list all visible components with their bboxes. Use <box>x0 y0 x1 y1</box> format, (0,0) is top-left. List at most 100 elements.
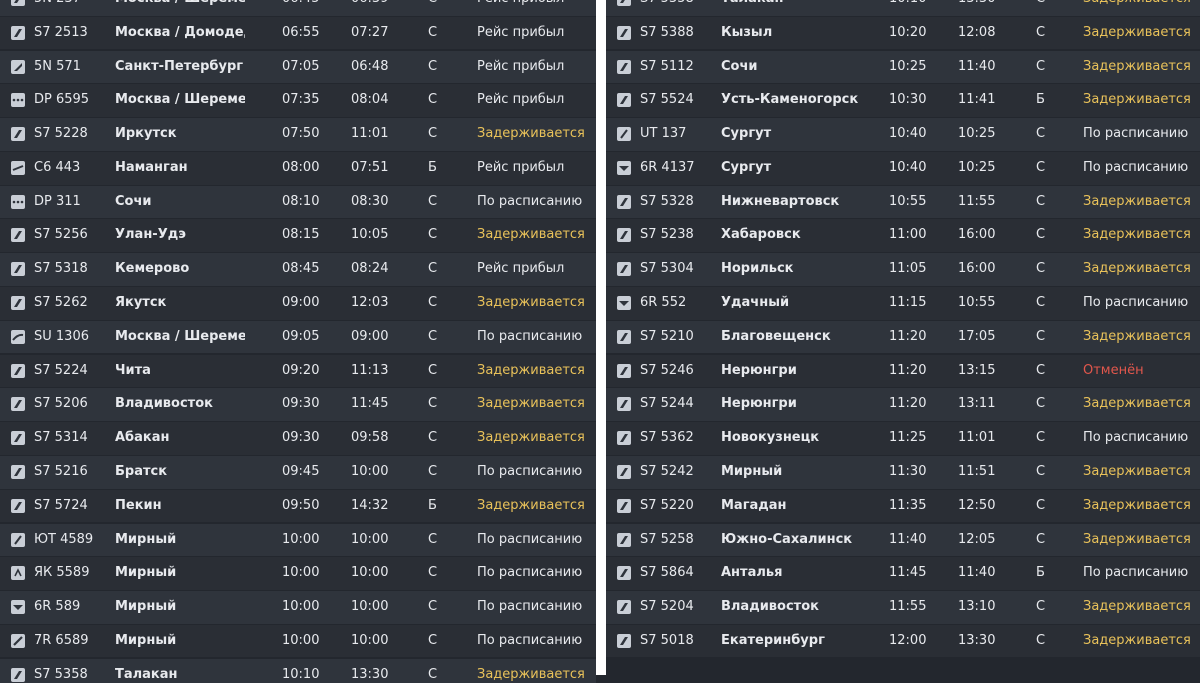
flight-row[interactable]: SU 1306 Москва / Шереметьево 09:05 09:00 C По… <box>0 320 596 354</box>
flight-row[interactable]: S7 5258 Южно-Сахалинск 11:40 12:05 C Задержив… <box>606 523 1200 557</box>
flight-row[interactable]: S7 5242 Мирный 11:30 11:51 C Задерживается <box>606 455 1200 489</box>
flight-status: По расписанию <box>1083 565 1189 581</box>
flight-row[interactable]: S7 5018 Екатеринбург 12:00 13:30 C Задерживае… <box>606 624 1200 658</box>
flight-number: S7 5216 <box>34 463 88 479</box>
utair-logo-icon <box>11 532 25 547</box>
flight-row[interactable]: S7 5388 Кызыл 10:20 12:08 C Задерживается <box>606 16 1200 50</box>
flight-number: S7 5210 <box>640 328 694 344</box>
scheduled-time: 09:30 <box>282 396 320 412</box>
flight-status: По расписанию <box>477 632 583 648</box>
flight-row[interactable]: S7 5304 Норильск 11:05 16:00 C Задерживается <box>606 253 1200 286</box>
flight-status: Задерживается <box>477 295 585 311</box>
city-name: Южно-Сахалинск <box>721 531 853 547</box>
actual-time: 11:13 <box>351 362 389 378</box>
terminal: C <box>428 0 437 16</box>
city-name: Санкт-Петербург <box>115 58 244 74</box>
flight-row[interactable]: S7 5358Талакан10:1013:30CЗадерживается <box>0 658 596 683</box>
flight-row[interactable]: S7 5328 Нижневартовск 10:55 11:55 C Задержива… <box>606 185 1200 219</box>
flight-number: UT 137 <box>640 126 687 142</box>
s7-logo-icon <box>617 600 631 615</box>
flight-number: C6 443 <box>34 159 81 175</box>
flight-row[interactable]: DP 6595 Москва / Шереметьево 07:35 08:04 C Ре… <box>0 84 596 117</box>
flight-row[interactable]: S7 5724 Пекин 09:50 14:32 Б Задерживается <box>0 489 596 523</box>
flight-number: S7 5244 <box>640 396 694 412</box>
terminal: C <box>1036 0 1045 16</box>
s7-logo-icon <box>617 194 631 209</box>
flight-row[interactable]: S7 5244 Нерюнгри 11:20 13:11 C Задерживается <box>606 388 1200 421</box>
flight-row[interactable]: DP 311 Сочи 08:10 08:30 C По расписанию <box>0 185 596 219</box>
flight-row[interactable]: 6R 552 Удачный 11:15 10:55 C По расписанию <box>606 287 1200 320</box>
flight-row[interactable]: 5N 571 Санкт-Петербург 07:05 06:48 C Рейс при… <box>0 50 596 84</box>
flight-row[interactable]: S7 5524 Усть-Каменогорск 10:30 11:41 Б Задерж… <box>606 84 1200 117</box>
s7-logo-icon <box>617 228 631 243</box>
actual-time: 06:39 <box>351 0 388 16</box>
terminal: C <box>1036 531 1046 547</box>
flight-row[interactable]: ЯК 5589 Мирный 10:00 10:00 C По расписанию <box>0 557 596 590</box>
scheduled-time: 10:20 <box>889 24 927 40</box>
city-name: Хабаровск <box>721 227 801 243</box>
city-name: Иркутск <box>115 126 177 142</box>
flight-row[interactable]: S7 5362 Новокузнецк 11:25 11:01 C По расписан… <box>606 422 1200 455</box>
flight-row[interactable]: S7 5256 Улан-Удэ 08:15 10:05 C Задерживается <box>0 219 596 253</box>
scheduled-time: 10:40 <box>889 126 927 142</box>
terminal: C <box>428 463 438 479</box>
scheduled-time: 08:10 <box>282 193 320 209</box>
s7-logo-icon <box>11 228 25 243</box>
actual-time: 08:24 <box>351 261 389 277</box>
flight-row[interactable]: S7 5112 Сочи 10:25 11:40 C Задерживается <box>606 50 1200 84</box>
flight-row[interactable]: S7 5238 Хабаровск 11:00 16:00 C Задерживается <box>606 219 1200 253</box>
actual-time: 13:15 <box>958 362 996 378</box>
flight-row[interactable]: 6R 4137 Сургут 10:40 10:25 C По расписанию <box>606 151 1200 185</box>
flight-row[interactable]: 6R 589 Мирный 10:00 10:00 C По расписанию <box>0 591 596 624</box>
nordavia-logo-icon <box>11 59 25 74</box>
scheduled-time: 11:15 <box>889 295 927 311</box>
actual-time: 06:48 <box>351 58 389 74</box>
flight-number: DP 311 <box>34 193 81 209</box>
flight-row[interactable]: S7 5314 Абакан 09:30 09:58 C Задерживается <box>0 422 596 455</box>
city-name: Сургут <box>721 159 772 175</box>
terminal: C <box>428 328 438 344</box>
flight-row[interactable]: 5N 237 Москва / Шереметьево 06:45 06:39 C Рей… <box>0 0 596 16</box>
s7-logo-icon <box>11 262 25 277</box>
scheduled-time: 06:45 <box>282 0 319 16</box>
aeroflot-logo-icon <box>11 329 25 344</box>
actual-time: 12:50 <box>958 497 996 513</box>
s7-logo-icon <box>617 464 631 479</box>
flight-row[interactable]: S7 5262 Якутск 09:00 12:03 C Задерживается <box>0 287 596 320</box>
flight-row[interactable]: S7 5210 Благовещенск 11:20 17:05 C Задерживае… <box>606 320 1200 354</box>
flight-row[interactable]: S7 5224 Чита 09:20 11:13 C Задерживается <box>0 354 596 388</box>
flight-row[interactable]: S7 5228 Иркутск 07:50 11:01 C Задерживается <box>0 118 596 151</box>
flight-number: 5N 237 <box>34 0 81 16</box>
city-name: Москва / Шереметьево <box>115 0 245 16</box>
s7-logo-icon <box>617 566 631 581</box>
scheduled-time: 06:55 <box>282 24 320 40</box>
flight-row[interactable]: S7 5206 Владивосток 09:30 11:45 C Задерживает… <box>0 388 596 421</box>
actual-time: 13:30 <box>351 666 389 682</box>
terminal: C <box>1036 497 1046 513</box>
flight-row[interactable]: S7 5220 Магадан 11:35 12:50 C Задерживается <box>606 489 1200 523</box>
scheduled-time: 09:45 <box>282 463 320 479</box>
flight-row[interactable]: 7R 6589 Мирный 10:00 10:00 C По расписанию <box>0 624 596 658</box>
flight-status: Задерживается <box>1083 632 1191 648</box>
flight-row[interactable]: S7 5864 Анталья 11:45 11:40 Б По расписанию <box>606 557 1200 590</box>
actual-time: 08:30 <box>351 193 389 209</box>
flight-row[interactable]: S7 5318 Кемерово 08:45 08:24 C Рейс прибыл <box>0 253 596 286</box>
scheduled-time: 09:30 <box>282 430 320 446</box>
s7-logo-icon <box>11 127 25 142</box>
flight-row[interactable]: C6 443 Наманган 08:00 07:51 Б Рейс прибыл <box>0 151 596 185</box>
yakutia-logo-icon <box>11 566 25 581</box>
flight-row[interactable]: UT 137 Сургут 10:40 10:25 C По расписанию <box>606 118 1200 151</box>
actual-time: 09:00 <box>351 328 389 344</box>
terminal: Б <box>428 497 437 513</box>
flight-row[interactable]: S7 5204 Владивосток 11:55 13:10 C Задерживает… <box>606 591 1200 624</box>
flight-row[interactable]: ЮТ 4589 Мирный 10:00 10:00 C По расписанию <box>0 523 596 557</box>
scheduled-time: 11:20 <box>889 362 927 378</box>
flight-number: S7 5328 <box>640 193 694 209</box>
city-name: Мирный <box>115 632 177 648</box>
actual-time: 10:25 <box>958 126 996 142</box>
flight-row[interactable]: S7 5358Талакан10:1013:30CЗадерживается <box>606 0 1200 16</box>
scheduled-time: 09:20 <box>282 362 320 378</box>
flight-row[interactable]: S7 5216 Братск 09:45 10:00 C По расписанию <box>0 455 596 489</box>
flight-row[interactable]: S7 2513 Москва / Домодедово 06:55 07:27 C Рей… <box>0 16 596 50</box>
flight-row[interactable]: S7 5246 Нерюнгри 11:20 13:15 C Отменён <box>606 354 1200 388</box>
